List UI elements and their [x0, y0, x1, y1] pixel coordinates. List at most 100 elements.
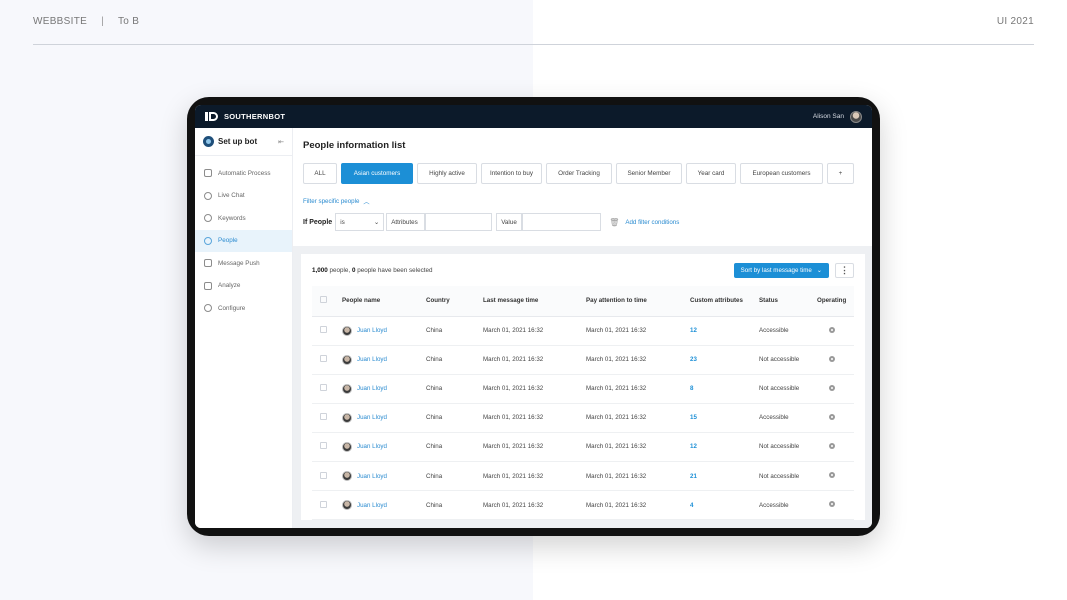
- table-row[interactable]: Juan Lloyd China March 01, 2021 16:32 March…: [312, 316, 854, 346]
- row-select-cell: [312, 403, 342, 433]
- settings-icon[interactable]: [829, 355, 835, 362]
- person-cell: Juan Lloyd: [342, 461, 426, 492]
- sidebar-item-message-push[interactable]: Message Push: [195, 252, 292, 275]
- person-name-link[interactable]: Juan Lloyd: [357, 356, 387, 363]
- custom-attributes-link[interactable]: 12: [690, 443, 697, 450]
- settings-icon[interactable]: [829, 472, 835, 479]
- sort-button[interactable]: Sort by last message time ⌄: [733, 262, 829, 278]
- sidebar-item-keywords[interactable]: Keywords: [195, 207, 292, 230]
- brand[interactable]: SOUTHERNBOT: [205, 112, 285, 121]
- table-row[interactable]: Juan Lloyd China March 01, 2021 16:32 March…: [312, 461, 854, 492]
- column-header[interactable]: People name: [342, 286, 426, 317]
- table-row[interactable]: Juan Lloyd China March 01, 2021 16:32 March…: [312, 374, 854, 404]
- person-name-link[interactable]: Juan Lloyd: [357, 443, 387, 450]
- selection-count: 1,000 people, 0 people have been selecte…: [312, 267, 432, 274]
- person-cell: Juan Lloyd: [342, 316, 426, 346]
- filter-label: If People: [303, 218, 333, 226]
- row-checkbox[interactable]: [320, 442, 327, 450]
- table-row[interactable]: Juan Lloyd China March 01, 2021 16:32 March…: [312, 345, 854, 375]
- settings-icon[interactable]: [829, 442, 835, 449]
- attributes-input[interactable]: [425, 213, 493, 231]
- custom-attributes-link[interactable]: 23: [690, 356, 697, 363]
- tab-all[interactable]: ALL: [303, 163, 337, 184]
- country-cell: China: [426, 432, 483, 462]
- status-cell: Not accessible: [759, 461, 817, 492]
- custom-attributes-link[interactable]: 15: [690, 414, 697, 421]
- add-tab-button[interactable]: +: [827, 163, 854, 184]
- sidebar-item-configure[interactable]: Configure: [195, 297, 292, 320]
- person-name-link[interactable]: Juan Lloyd: [357, 385, 387, 392]
- avatar: [342, 500, 352, 511]
- row-checkbox[interactable]: [320, 384, 327, 392]
- user-menu[interactable]: Alison San: [812, 110, 862, 123]
- collapse-sidebar-icon[interactable]: ⇤: [278, 138, 284, 146]
- settings-icon[interactable]: [829, 413, 835, 420]
- attributes-label: Attributes: [391, 218, 418, 226]
- row-checkbox[interactable]: [320, 471, 327, 479]
- operating-cell: [817, 374, 854, 404]
- operating-cell: [817, 403, 854, 433]
- operator-value: is: [340, 218, 345, 226]
- person-name-link[interactable]: Juan Lloyd: [357, 473, 387, 480]
- status-cell: Not accessible: [759, 374, 817, 404]
- tab-asian-customers[interactable]: Asian customers: [341, 163, 413, 184]
- column-header[interactable]: Last message time: [483, 286, 586, 317]
- sidebar-item-people[interactable]: People: [195, 229, 292, 252]
- select-all-checkbox[interactable]: [320, 296, 327, 304]
- row-checkbox[interactable]: [320, 500, 327, 508]
- bot-icon: [203, 136, 214, 147]
- filter-toggle[interactable]: Filter specific people ︿: [303, 197, 862, 206]
- person-cell: Juan Lloyd: [342, 374, 426, 404]
- tab-highly-active[interactable]: Highly active: [417, 163, 477, 184]
- more-options-button[interactable]: ⋮: [835, 262, 854, 278]
- sidebar-item-analyze[interactable]: Analyze: [195, 275, 292, 298]
- operating-cell: [817, 316, 854, 346]
- column-header[interactable]: Custom attributes: [690, 286, 759, 317]
- column-header[interactable]: Status: [759, 286, 817, 317]
- settings-icon[interactable]: [829, 326, 835, 333]
- column-header[interactable]: Pay attention to time: [586, 286, 690, 317]
- tab-order-tracking[interactable]: Order Tracking: [546, 163, 612, 184]
- tablet-device: SOUTHERNBOT Alison San Set up bot ⇤ Auto…: [187, 97, 880, 536]
- person-name-link[interactable]: Juan Lloyd: [357, 327, 387, 334]
- tab-intention-to-buy[interactable]: Intention to buy: [481, 163, 542, 184]
- row-checkbox[interactable]: [320, 413, 327, 421]
- avatar[interactable]: [850, 110, 862, 123]
- last-message-cell: March 01, 2021 16:32: [483, 461, 586, 492]
- table-row[interactable]: Juan Lloyd China March 01, 2021 16:32 March…: [312, 432, 854, 462]
- settings-icon[interactable]: [829, 384, 835, 391]
- status-cell: Accessible: [759, 490, 817, 521]
- last-message-cell: March 01, 2021 16:32: [483, 316, 586, 346]
- table-row[interactable]: Juan Lloyd China March 01, 2021 16:32 March…: [312, 403, 854, 433]
- column-header[interactable]: Country: [426, 286, 483, 317]
- custom-attributes-link[interactable]: 4: [690, 502, 693, 509]
- chevron-down-icon: ⌄: [373, 218, 380, 226]
- trash-icon[interactable]: 🗑: [609, 218, 619, 227]
- value-input[interactable]: [522, 213, 602, 231]
- value-label-box: Value: [496, 213, 523, 231]
- person-name-link[interactable]: Juan Lloyd: [357, 502, 387, 509]
- custom-attributes-cell: 4: [690, 490, 759, 521]
- total-count: 1,000: [312, 266, 328, 274]
- tab-european-customers[interactable]: European customers: [740, 163, 823, 184]
- header-right-text: UI 2021: [996, 16, 1034, 27]
- person-name-link[interactable]: Juan Lloyd: [357, 414, 387, 421]
- sidebar-item-live-chat[interactable]: Live Chat: [195, 185, 292, 208]
- tab-senior-member[interactable]: Senior Member: [616, 163, 682, 184]
- row-checkbox[interactable]: [320, 326, 327, 334]
- user-name: Alison San: [812, 113, 844, 120]
- sidebar-item-automatic-process[interactable]: Automatic Process: [195, 162, 292, 185]
- add-filter-conditions-link[interactable]: Add filter conditions: [625, 219, 679, 226]
- chat-icon: [204, 191, 212, 200]
- attention-time-cell: March 01, 2021 16:32: [586, 316, 690, 346]
- settings-icon[interactable]: [829, 501, 835, 508]
- custom-attributes-link[interactable]: 8: [690, 385, 693, 392]
- people-table: People name Country Last message time Pa…: [312, 286, 854, 521]
- custom-attributes-link[interactable]: 21: [690, 473, 697, 480]
- attributes-label-box: Attributes: [386, 213, 426, 231]
- operator-select[interactable]: is ⌄: [335, 213, 385, 231]
- custom-attributes-link[interactable]: 12: [690, 327, 697, 334]
- row-checkbox[interactable]: [320, 355, 327, 363]
- table-row[interactable]: Juan Lloyd China March 01, 2021 16:32 March…: [312, 490, 854, 521]
- tab-year-card[interactable]: Year card: [686, 163, 736, 184]
